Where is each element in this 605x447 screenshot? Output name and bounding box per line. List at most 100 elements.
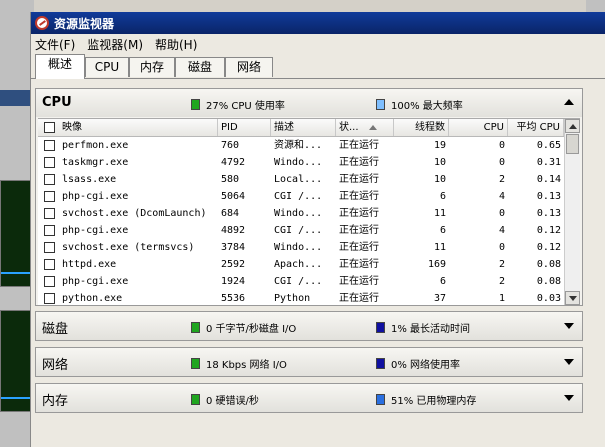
expand-chevron-down-icon[interactable] [564,359,574,365]
disk-panel-title: 磁盘 [42,322,69,337]
tab-cpu[interactable]: CPU [85,57,129,77]
cell-desc: 资源和... [274,140,323,151]
menu-help[interactable]: 帮助(H) [155,36,197,53]
table-row[interactable]: svchost.exe (termsvcs) 3784 Windo... 正在运行 11… [38,239,564,256]
cell-pid: 580 [221,174,240,185]
expand-chevron-down-icon[interactable] [564,323,574,329]
cell-desc: Apach... [274,259,323,270]
tab-disk[interactable]: 磁盘 [175,57,225,77]
disk-active-text: 1% 最长活动时间 [391,324,471,335]
sort-arrow-icon [368,124,377,130]
cell-avg: 0.03 [536,293,561,304]
table-header: 映像 PID 描述 状... 线程数 CPU 平均 CPU [38,119,564,137]
cell-threads: 37 [433,293,446,304]
cell-status: 正在运行 [339,293,379,304]
cell-status: 正在运行 [339,225,379,236]
cell-image: php-cgi.exe [62,276,129,287]
cpu-panel: CPU 27% CPU 使用率 100% 最大频率 映像 PID 描述 状...… [35,88,583,306]
col-cpu[interactable]: CPU [449,119,508,136]
memory-panel-title: 内存 [42,394,69,409]
table-row[interactable]: php-cgi.exe 5064 CGI /... 正在运行 6 4 0.13 [38,188,564,205]
tab-strip: 概述 CPU 内存 磁盘 网络 [31,54,605,79]
cell-threads: 6 [439,191,446,202]
cpu-panel-title: CPU [42,95,72,110]
cell-pid: 3784 [221,242,246,253]
table-row[interactable]: php-cgi.exe 1924 CGI /... 正在运行 6 2 0.08 [38,273,564,290]
cell-avg: 0.13 [536,191,561,202]
cell-cpu: 1 [498,293,505,304]
cell-desc: Local... [274,174,323,185]
menu-monitor[interactable]: 监视器(M) [87,36,143,53]
cell-image: python.exe [62,293,123,304]
table-row[interactable]: taskmgr.exe 4792 Windo... 正在运行 10 0 0.31 [38,154,564,171]
cell-threads: 11 [433,208,446,219]
scroll-up-icon[interactable] [565,119,580,133]
col-image[interactable]: 映像 [38,119,218,136]
network-panel-title: 网络 [42,358,69,373]
table-row[interactable]: httpd.exe 2592 Apach... 正在运行 169 2 0.08 [38,256,564,273]
cell-cpu: 4 [498,225,505,236]
menu-file[interactable]: 文件(F) [35,36,75,53]
network-io-stat: 18 Kbps 网络 I/O [191,356,287,371]
scroll-thumb[interactable] [566,134,579,154]
table-row[interactable]: perfmon.exe 760 资源和... 正在运行 19 0 0.65 [38,137,564,154]
disk-active-time-stat: 1% 最长活动时间 [376,320,470,335]
cell-image: php-cgi.exe [62,191,129,202]
col-pid[interactable]: PID [218,119,271,136]
memory-used-stat: 51% 已用物理内存 [376,392,476,407]
network-io-text: 18 Kbps 网络 I/O [206,360,287,371]
memory-panel-header: 内存 0 硬错误/秒 51% 已用物理内存 [36,384,582,412]
cpu-usage-stat: 27% CPU 使用率 [191,97,285,112]
memory-panel[interactable]: 内存 0 硬错误/秒 51% 已用物理内存 [35,383,583,413]
cell-avg: 0.31 [536,157,561,168]
cell-image: svchost.exe (termsvcs) [62,242,195,253]
cell-image: perfmon.exe [62,140,129,151]
disk-io-swatch [191,322,200,333]
disk-panel[interactable]: 磁盘 0 千字节/秒磁盘 I/O 1% 最长活动时间 [35,311,583,341]
cell-cpu: 0 [498,157,505,168]
col-avg-cpu[interactable]: 平均 CPU [508,119,564,136]
cpu-usage-swatch [191,99,200,110]
memory-used-swatch [376,394,385,405]
cell-avg: 0.12 [536,242,561,253]
cell-desc: Windo... [274,242,323,253]
scroll-down-icon[interactable] [565,291,580,305]
cell-threads: 10 [433,174,446,185]
cell-status: 正在运行 [339,259,379,270]
cell-pid: 5536 [221,293,246,304]
tab-overview[interactable]: 概述 [35,54,85,79]
col-threads[interactable]: 线程数 [394,119,449,136]
cell-threads: 11 [433,242,446,253]
process-table: 映像 PID 描述 状... 线程数 CPU 平均 CPU perfmon.ex… [38,118,580,305]
cell-threads: 169 [427,259,446,270]
cell-image: svchost.exe (DcomLaunch) [62,208,207,219]
cell-status: 正在运行 [339,140,379,151]
col-description[interactable]: 描述 [271,119,336,136]
collapse-chevron-up-icon[interactable] [564,99,574,105]
network-panel-header: 网络 18 Kbps 网络 I/O 0% 网络使用率 [36,348,582,376]
title-bar[interactable]: 资源监视器 [31,12,605,34]
tab-memory[interactable]: 内存 [129,57,175,77]
cell-avg: 0.14 [536,174,561,185]
table-row[interactable]: python.exe 5536 Python 正在运行 37 1 0.03 [38,290,564,305]
network-panel[interactable]: 网络 18 Kbps 网络 I/O 0% 网络使用率 [35,347,583,377]
table-row[interactable]: php-cgi.exe 4892 CGI /... 正在运行 6 4 0.12 [38,222,564,239]
col-status-label: 状... [339,122,359,133]
cell-pid: 4892 [221,225,246,236]
tab-network[interactable]: 网络 [225,57,273,77]
menu-bar: 文件(F) 监视器(M) 帮助(H) [31,34,605,54]
cpu-usage-text: 27% CPU 使用率 [206,101,285,112]
expand-chevron-down-icon[interactable] [564,395,574,401]
table-row[interactable]: lsass.exe 580 Local... 正在运行 10 2 0.14 [38,171,564,188]
cell-image: php-cgi.exe [62,225,129,236]
cell-avg: 0.13 [536,208,561,219]
cpu-frequency-swatch [376,99,385,110]
cpu-panel-header[interactable]: CPU 27% CPU 使用率 100% 最大频率 [36,89,582,117]
cell-desc: CGI /... [274,191,323,202]
table-scrollbar[interactable] [564,119,580,305]
cell-avg: 0.08 [536,276,561,287]
col-status[interactable]: 状... [336,119,394,136]
cell-cpu: 0 [498,208,505,219]
table-row[interactable]: svchost.exe (DcomLaunch) 684 Windo... 正在运行 1… [38,205,564,222]
memory-faults-text: 0 硬错误/秒 [206,396,259,407]
